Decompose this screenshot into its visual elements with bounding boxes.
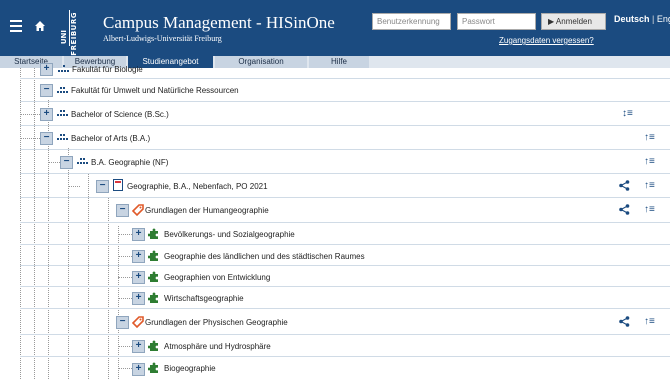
org-icon	[57, 108, 69, 120]
tree-row[interactable]: − Grundlagen der Physischen Geographie ↑…	[20, 309, 670, 335]
collapse-button[interactable]: −	[96, 180, 109, 193]
tree-connector	[118, 256, 132, 257]
expand-button[interactable]: +	[132, 250, 145, 263]
forgot-credentials-link[interactable]: Zugangsdaten vergessen?	[499, 36, 594, 45]
tree-row[interactable]: − Bachelor of Arts (B.A.) ↑≡	[20, 126, 670, 150]
tree-label[interactable]: B.A. Geographie (NF)	[91, 158, 168, 167]
tree-connector	[118, 234, 132, 235]
share-icon[interactable]	[619, 316, 630, 329]
tree-label[interactable]: Atmosphäre und Hydrosphäre	[164, 342, 271, 351]
tree-label[interactable]: Biogeographie	[164, 364, 216, 373]
collapse-button[interactable]: −	[40, 132, 53, 145]
tree-row[interactable]: + Wirtschaftsgeographie	[20, 287, 670, 309]
tree-connector	[118, 277, 132, 278]
tree-connector	[118, 298, 132, 299]
tree-label[interactable]: Fakultät für Umwelt und Natürliche Resso…	[71, 86, 239, 95]
sort-icon[interactable]: ↑≡	[644, 156, 655, 167]
expand-button[interactable]: +	[132, 228, 145, 241]
puzzle-icon	[147, 228, 160, 242]
puzzle-icon	[147, 250, 160, 264]
tree-connector	[118, 346, 132, 347]
tree-label[interactable]: Bachelor of Arts (B.A.)	[71, 134, 150, 143]
sort-icon[interactable]: ↑≡	[644, 180, 655, 191]
tree-label[interactable]: Grundlagen der Humangeographie	[145, 206, 269, 215]
course-tree: + Fakultät für Biologie − Fakultät für U…	[0, 63, 670, 379]
expand-button[interactable]: +	[132, 363, 145, 376]
top-header: UNI FREIBURG Campus Management - HISinOn…	[0, 0, 670, 56]
share-icon[interactable]	[619, 180, 630, 193]
expand-button[interactable]: +	[132, 292, 145, 305]
tree-row[interactable]: + Bevölkerungs- und Sozialgeographie	[20, 223, 670, 245]
tree-label[interactable]: Geographien von Entwicklung	[164, 273, 270, 282]
puzzle-icon	[147, 340, 160, 354]
sort-icon[interactable]: ↑≡	[644, 204, 655, 215]
username-input[interactable]: Benutzerkennung	[372, 13, 451, 30]
password-input[interactable]: Passwort	[457, 13, 536, 30]
collapse-button[interactable]: −	[60, 156, 73, 169]
org-icon	[58, 65, 70, 75]
puzzle-icon	[147, 362, 160, 376]
tree-connector	[20, 114, 40, 115]
expand-button[interactable]: +	[40, 63, 53, 76]
puzzle-icon	[147, 292, 160, 306]
tree-row[interactable]: + Bachelor of Science (B.Sc.) ↕≡	[20, 102, 670, 126]
login-button[interactable]: ▶ Anmelden	[541, 13, 606, 30]
tree-connector	[68, 186, 80, 187]
tree-connector	[20, 138, 40, 139]
tab-hilfe[interactable]: Hilfe	[309, 56, 369, 68]
org-icon	[77, 156, 89, 168]
app-title: Campus Management - HISinOne	[103, 13, 335, 32]
puzzle-icon	[147, 271, 160, 285]
tree-label[interactable]: Wirtschaftsgeographie	[164, 294, 244, 303]
document-icon	[113, 179, 123, 193]
sort-icon[interactable]: ↕≡	[622, 108, 633, 119]
menu-icon[interactable]	[10, 20, 22, 32]
tree-label[interactable]: Bevölkerungs- und Sozialgeographie	[164, 230, 295, 239]
tree-label[interactable]: Bachelor of Science (B.Sc.)	[71, 110, 169, 119]
expand-button[interactable]: +	[40, 108, 53, 121]
app-subtitle: Albert-Ludwigs-Universität Freiburg	[103, 34, 222, 43]
tree-row[interactable]: + Biogeographie	[20, 357, 670, 379]
tree-connector	[48, 162, 60, 163]
tree-label[interactable]: Grundlagen der Physischen Geographie	[145, 318, 288, 327]
tab-organisation[interactable]: Organisation	[215, 56, 307, 68]
home-icon[interactable]	[34, 20, 46, 32]
university-logo[interactable]: UNI FREIBURG	[60, 10, 86, 56]
tree-label[interactable]: Geographie, B.A., Nebenfach, PO 2021	[127, 182, 268, 191]
collapse-button[interactable]: −	[116, 204, 129, 217]
tree-label[interactable]: Fakultät für Biologie	[72, 65, 143, 74]
collapse-button[interactable]: −	[40, 84, 53, 97]
tag-icon	[131, 316, 144, 330]
tag-icon	[131, 204, 144, 218]
share-icon[interactable]	[619, 204, 630, 217]
tree-row[interactable]: − Grundlagen der Humangeographie ↑≡	[20, 198, 670, 223]
language-switch: Deutsch | Engli	[614, 14, 670, 24]
org-icon	[57, 85, 69, 97]
tree-row[interactable]: + Fakultät für Biologie	[20, 63, 670, 79]
expand-button[interactable]: +	[132, 340, 145, 353]
tree-connector	[118, 368, 132, 369]
logo-uni-text: UNI	[60, 30, 68, 45]
sort-icon[interactable]: ↑≡	[644, 132, 655, 143]
lang-active[interactable]: Deutsch	[614, 14, 650, 24]
tree-row[interactable]: + Geographie des ländlichen und des städ…	[20, 245, 670, 266]
tree-label[interactable]: Geographie des ländlichen und des städti…	[164, 252, 365, 261]
org-icon	[57, 132, 69, 144]
tree-row[interactable]: − B.A. Geographie (NF) ↑≡	[20, 150, 670, 174]
tree-row[interactable]: + Geographien von Entwicklung	[20, 266, 670, 287]
tree-row[interactable]: − Fakultät für Umwelt und Natürliche Res…	[20, 79, 670, 102]
collapse-button[interactable]: −	[116, 316, 129, 329]
expand-button[interactable]: +	[132, 271, 145, 284]
tree-row[interactable]: − Geographie, B.A., Nebenfach, PO 2021 ↑…	[20, 174, 670, 198]
logo-city-text: FREIBURG	[70, 12, 78, 56]
sort-icon[interactable]: ↑≡	[644, 316, 655, 327]
lang-other[interactable]: Engli	[657, 14, 670, 24]
tree-row[interactable]: + Atmosphäre und Hydrosphäre	[20, 335, 670, 357]
